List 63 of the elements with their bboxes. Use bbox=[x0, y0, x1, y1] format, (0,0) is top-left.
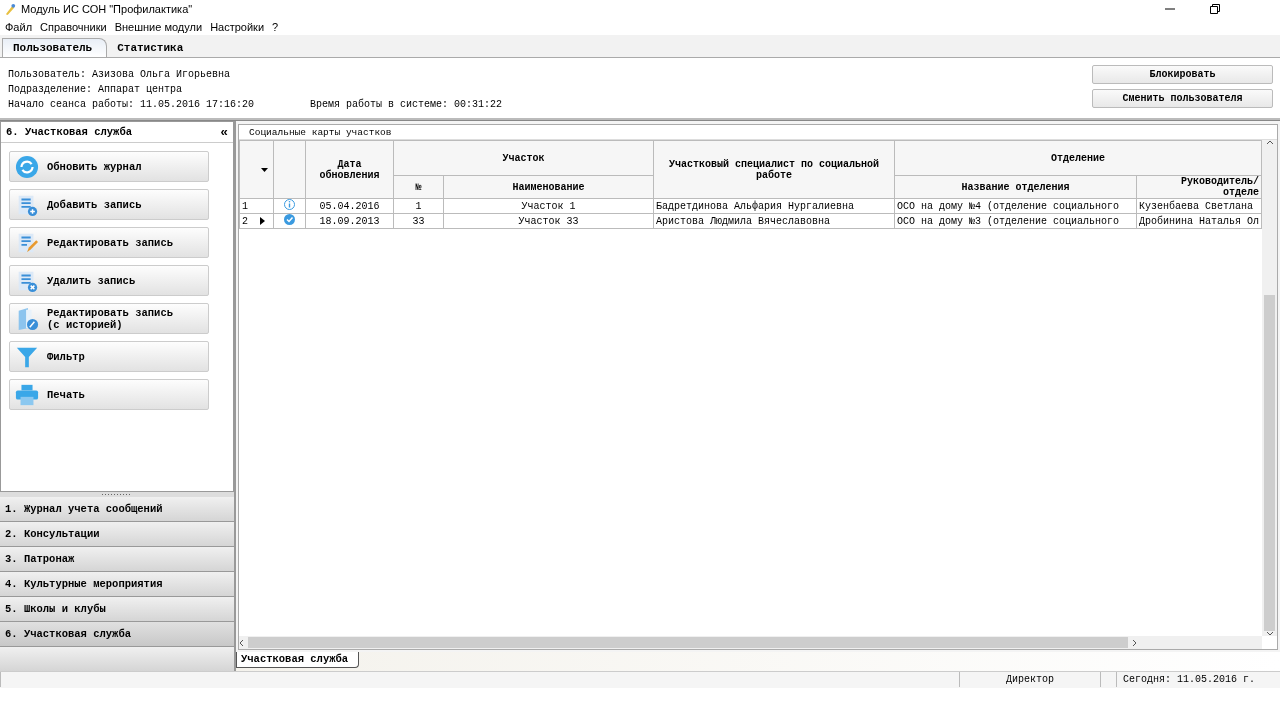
user-button[interactable]: Сменить пользователя bbox=[1092, 89, 1273, 108]
section-item[interactable]: 6. Участковая служба bbox=[0, 622, 234, 647]
section-item[interactable]: 3. Патронаж bbox=[0, 547, 234, 572]
action-button[interactable]: Редактировать запись (с историей) bbox=[9, 303, 209, 334]
horizontal-scrollbar[interactable] bbox=[239, 636, 1262, 649]
tab[interactable]: Участковая служба bbox=[236, 652, 360, 668]
sidebar-title: 6. Участковая служба bbox=[6, 126, 133, 138]
menu-item[interactable]: Справочники bbox=[40, 20, 107, 33]
table-cell: 1 bbox=[415, 200, 422, 212]
action-button[interactable]: Добавить запись bbox=[9, 189, 209, 220]
table-cell: 33 bbox=[412, 215, 425, 227]
section-item[interactable]: 1. Журнал учета сообщений bbox=[0, 497, 234, 522]
table-cell: 05.04.2016 bbox=[319, 200, 380, 212]
action-button[interactable]: Редактировать запись bbox=[9, 227, 209, 258]
table-cell: Кузенбаева Светлана bbox=[1139, 200, 1254, 212]
menu-item[interactable]: Внешние модули bbox=[114, 20, 203, 33]
refresh-icon bbox=[15, 154, 39, 179]
window-title: Модуль ИС СОН "Профилактика" bbox=[21, 3, 193, 15]
session-start: Начало сеанса работы: 11.05.2016 17:16:20 bbox=[8, 99, 256, 110]
user-name: Пользователь: Азизова Ольга Игорьевна bbox=[8, 69, 232, 80]
table-cell: Участок 1 bbox=[521, 200, 576, 212]
menu-item[interactable]: Файл bbox=[5, 20, 33, 33]
section-item[interactable]: 2. Консультации bbox=[0, 522, 234, 547]
user-role: Директор bbox=[1006, 674, 1054, 685]
action-button[interactable]: Фильтр bbox=[9, 341, 209, 372]
menu-item[interactable]: Настройки bbox=[210, 20, 265, 33]
dropdown-icon[interactable] bbox=[261, 167, 268, 172]
table-cell: Бадретдинова Альфария Нургалиевна bbox=[656, 200, 855, 212]
tab[interactable]: Пользователь bbox=[2, 38, 108, 57]
table-cell: Дробинина Наталья Ол bbox=[1139, 215, 1260, 227]
table-cell: ОСО на дому №3 (отделение социального bbox=[897, 215, 1120, 227]
scroll-left-icon[interactable] bbox=[239, 638, 244, 647]
table-cell: ОСО на дому №4 (отделение социального bbox=[897, 200, 1120, 212]
row-number: 1 bbox=[242, 200, 248, 212]
row-header[interactable]: 2 bbox=[239, 213, 274, 229]
action-button[interactable]: Печать bbox=[9, 379, 209, 410]
department-text: Подразделение: Аппарат центра bbox=[8, 84, 184, 95]
action-button[interactable]: Обновить журнал bbox=[9, 151, 209, 182]
printer-icon bbox=[15, 382, 39, 407]
menu-item[interactable]: ? bbox=[272, 20, 279, 33]
collapse-button[interactable]: « bbox=[220, 124, 228, 140]
scroll-up-icon[interactable] bbox=[1265, 140, 1274, 145]
app-icon bbox=[4, 2, 17, 16]
scroll-right-icon[interactable] bbox=[1132, 638, 1137, 647]
restore-icon[interactable] bbox=[1210, 4, 1220, 14]
group-title: Социальные карты участков bbox=[249, 126, 392, 138]
user-button[interactable]: Блокировать bbox=[1092, 65, 1273, 84]
today-date: Сегодня: 11.05.2016 г. bbox=[1123, 674, 1256, 685]
action-button[interactable]: Удалить запись bbox=[9, 265, 209, 296]
section-item[interactable]: 5. Школы и клубы bbox=[0, 597, 234, 622]
splitter-grip[interactable] bbox=[102, 493, 132, 496]
table-cell: Участок 33 bbox=[518, 215, 579, 227]
work-time: Время работы в системе: 00:31:22 bbox=[310, 99, 503, 110]
check-icon bbox=[284, 214, 295, 225]
tab[interactable]: Статистика bbox=[107, 39, 198, 57]
table-cell: Аристова Людмила Вячеславовна bbox=[656, 215, 831, 227]
current-row-icon bbox=[260, 217, 265, 225]
row-header[interactable]: 1 bbox=[239, 198, 274, 214]
vertical-scrollbar[interactable] bbox=[1262, 140, 1277, 636]
table-cell: 18.09.2013 bbox=[319, 215, 380, 227]
row-number: 2 bbox=[242, 215, 248, 227]
scroll-down-icon[interactable] bbox=[1265, 631, 1274, 636]
section-item[interactable]: 4. Культурные мероприятия bbox=[0, 572, 234, 597]
